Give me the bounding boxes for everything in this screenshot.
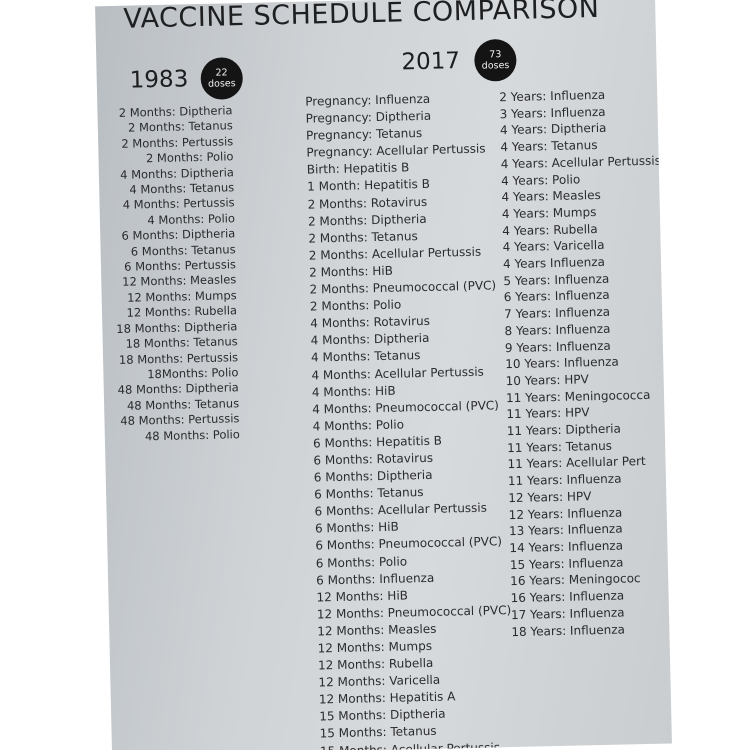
schedule-1983-list: 2 Months: Diptheria 2 Months: Tetanus 2 Mo… bbox=[107, 103, 240, 445]
year-2017-heading: 2017 bbox=[401, 48, 461, 76]
year-1983-heading: 1983 bbox=[129, 66, 189, 94]
dose-count-2017: 73 bbox=[489, 49, 502, 61]
photo-frame: VACCINE SCHEDULE COMPARISON 1983 22 dose… bbox=[0, 0, 750, 750]
dose-count-1983: 22 bbox=[215, 67, 228, 79]
dose-count-badge-2017: 73 doses bbox=[473, 38, 517, 82]
dose-count-badge-1983: 22 doses bbox=[200, 57, 244, 100]
dose-label-2017: doses bbox=[481, 59, 510, 72]
schedule-2017-list-right: 2 Years: Influenza 3 Years: Influenza 4 Ye… bbox=[499, 86, 672, 641]
schedule-1983-item: 48 Months: Polio bbox=[144, 426, 240, 443]
page-title: VACCINE SCHEDULE COMPARISON bbox=[123, 0, 600, 35]
schedule-2017-item: 18 Years: Influenza bbox=[511, 621, 626, 639]
printed-sheet: VACCINE SCHEDULE COMPARISON 1983 22 dose… bbox=[95, 0, 672, 750]
dose-label-1983: doses bbox=[207, 78, 236, 90]
schedule-2017-list-left: Pregnancy: Influenza Pregnancy: Diptheria… bbox=[305, 89, 515, 750]
